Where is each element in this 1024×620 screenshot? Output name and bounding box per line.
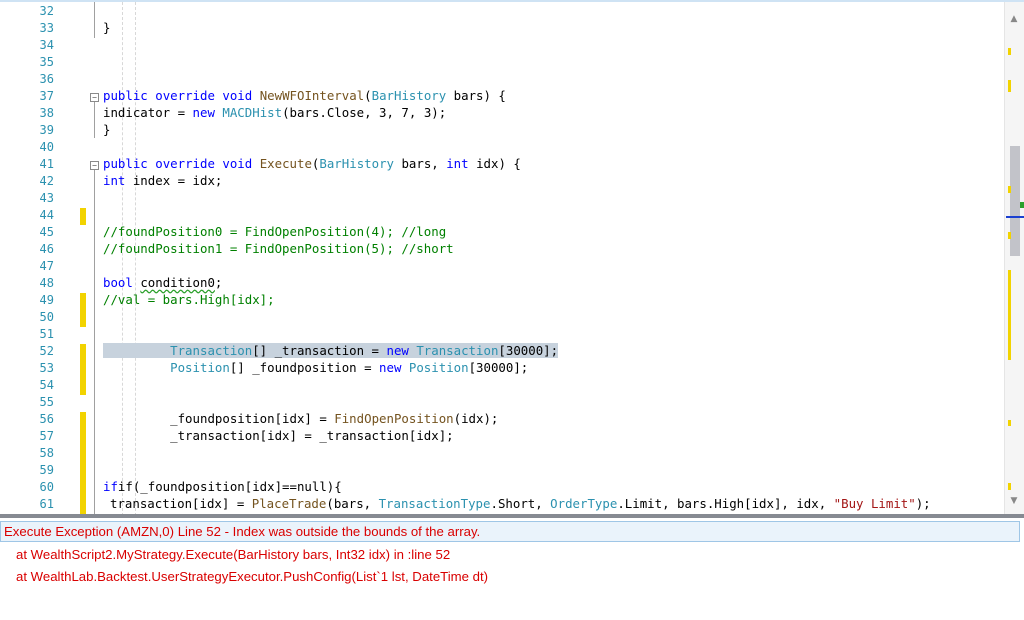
line-number: 38	[39, 106, 54, 120]
collapse-icon[interactable]: −	[90, 161, 99, 170]
line-number: 37	[39, 89, 54, 103]
line-number: 42	[39, 174, 54, 188]
change-bar	[80, 293, 86, 327]
line-number: 61	[39, 497, 54, 511]
line-number: 49	[39, 293, 54, 307]
line-number: 41	[39, 157, 54, 171]
line-number: 45	[39, 225, 54, 239]
change-marker	[1008, 420, 1011, 426]
line-number: 60	[39, 480, 54, 494]
code-line-39: }	[103, 122, 111, 137]
line-number-gutter: 32 33 34 35 36 37 38 39 40 41 42 43 44 45 46 47 48 49 50 51…	[0, 2, 60, 514]
line-number: 58	[39, 446, 54, 460]
line-number: 44	[39, 208, 54, 222]
scroll-up-icon[interactable]: ▲	[1008, 14, 1020, 24]
code-line-49: //val = bars.High[idx];	[103, 292, 275, 307]
change-marker	[1008, 186, 1011, 193]
code-line-52: Transaction[] _transaction = new Transac…	[103, 342, 1004, 359]
code-line-42: int index = idx;	[103, 173, 223, 188]
code-line-57: _transaction[idx] = _transaction[idx];	[170, 428, 454, 443]
line-number: 59	[39, 463, 54, 477]
line-number: 35	[39, 55, 54, 69]
warning-squiggle: condition0	[140, 275, 215, 290]
line-number: 52	[39, 344, 54, 358]
code-line-46: //foundPosition1 = FindOpenPosition(5); …	[103, 241, 454, 256]
code-line-53: Position[] _foundposition = new Position…	[170, 360, 529, 375]
line-number: 55	[39, 395, 54, 409]
line-number: 32	[39, 4, 54, 18]
change-marker	[1008, 48, 1011, 55]
change-bar	[80, 208, 86, 225]
scroll-down-icon[interactable]: ▼	[1008, 496, 1020, 506]
fold-guide	[94, 2, 95, 38]
line-number: 34	[39, 38, 54, 52]
code-line-60: ifif(_foundposition[idx]==null){	[103, 479, 342, 494]
change-marker	[1008, 270, 1011, 360]
change-bar	[80, 480, 86, 514]
change-bar	[80, 344, 86, 395]
code-line-37: public override void NewWFOInterval(BarH…	[103, 88, 506, 103]
code-line-56: _foundposition[idx] = FindOpenPosition(i…	[170, 411, 499, 426]
collapse-icon[interactable]: −	[90, 93, 99, 102]
code-line-38: indicator = new MACDHist(bars.Close, 3, …	[103, 105, 447, 120]
change-marker	[1008, 232, 1011, 239]
change-bar	[80, 412, 86, 480]
vertical-scrollbar[interactable]	[1004, 2, 1024, 514]
error-output-panel: Execute Exception (AMZN,0) Line 52 - Ind…	[0, 514, 1024, 620]
warning-marker	[1020, 202, 1024, 208]
code-line-45: //foundPosition0 = FindOpenPosition(4); …	[103, 224, 447, 239]
fold-guide	[94, 170, 95, 514]
code-line-61: transaction[idx] = PlaceTrade(bars, Tran…	[110, 496, 931, 511]
line-number: 40	[39, 140, 54, 154]
code-line-33: }	[103, 20, 111, 35]
line-number: 54	[39, 378, 54, 392]
error-message: Execute Exception (AMZN,0) Line 52 - Ind…	[4, 524, 481, 539]
code-line-41: public override void Execute(BarHistory …	[103, 156, 521, 171]
selected-text: Transaction[] _transaction = new Transac…	[103, 343, 559, 358]
line-number: 48	[39, 276, 54, 290]
change-marker	[1008, 80, 1011, 92]
code-editor[interactable]: 32 33 34 35 36 37 38 39 40 41 42 43 44 45 46 47 48 49 50 51…	[0, 0, 1024, 514]
stack-trace-line: at WealthScript2.MyStrategy.Execute(BarH…	[16, 547, 451, 562]
caret-position-marker	[1006, 216, 1024, 218]
line-number: 46	[39, 242, 54, 256]
line-number: 56	[39, 412, 54, 426]
line-number: 57	[39, 429, 54, 443]
line-number: 47	[39, 259, 54, 273]
line-number: 53	[39, 361, 54, 375]
change-marker	[1008, 483, 1011, 490]
line-number: 43	[39, 191, 54, 205]
line-number: 39	[39, 123, 54, 137]
fold-guide	[94, 102, 95, 138]
code-line-48: bool condition0;	[103, 275, 223, 290]
line-number: 51	[39, 327, 54, 341]
scrollbar-thumb[interactable]	[1010, 146, 1020, 256]
line-number: 50	[39, 310, 54, 324]
stack-trace-line: at WealthLab.Backtest.UserStrategyExecut…	[16, 569, 489, 584]
line-number: 33	[39, 21, 54, 35]
line-number: 36	[39, 72, 54, 86]
